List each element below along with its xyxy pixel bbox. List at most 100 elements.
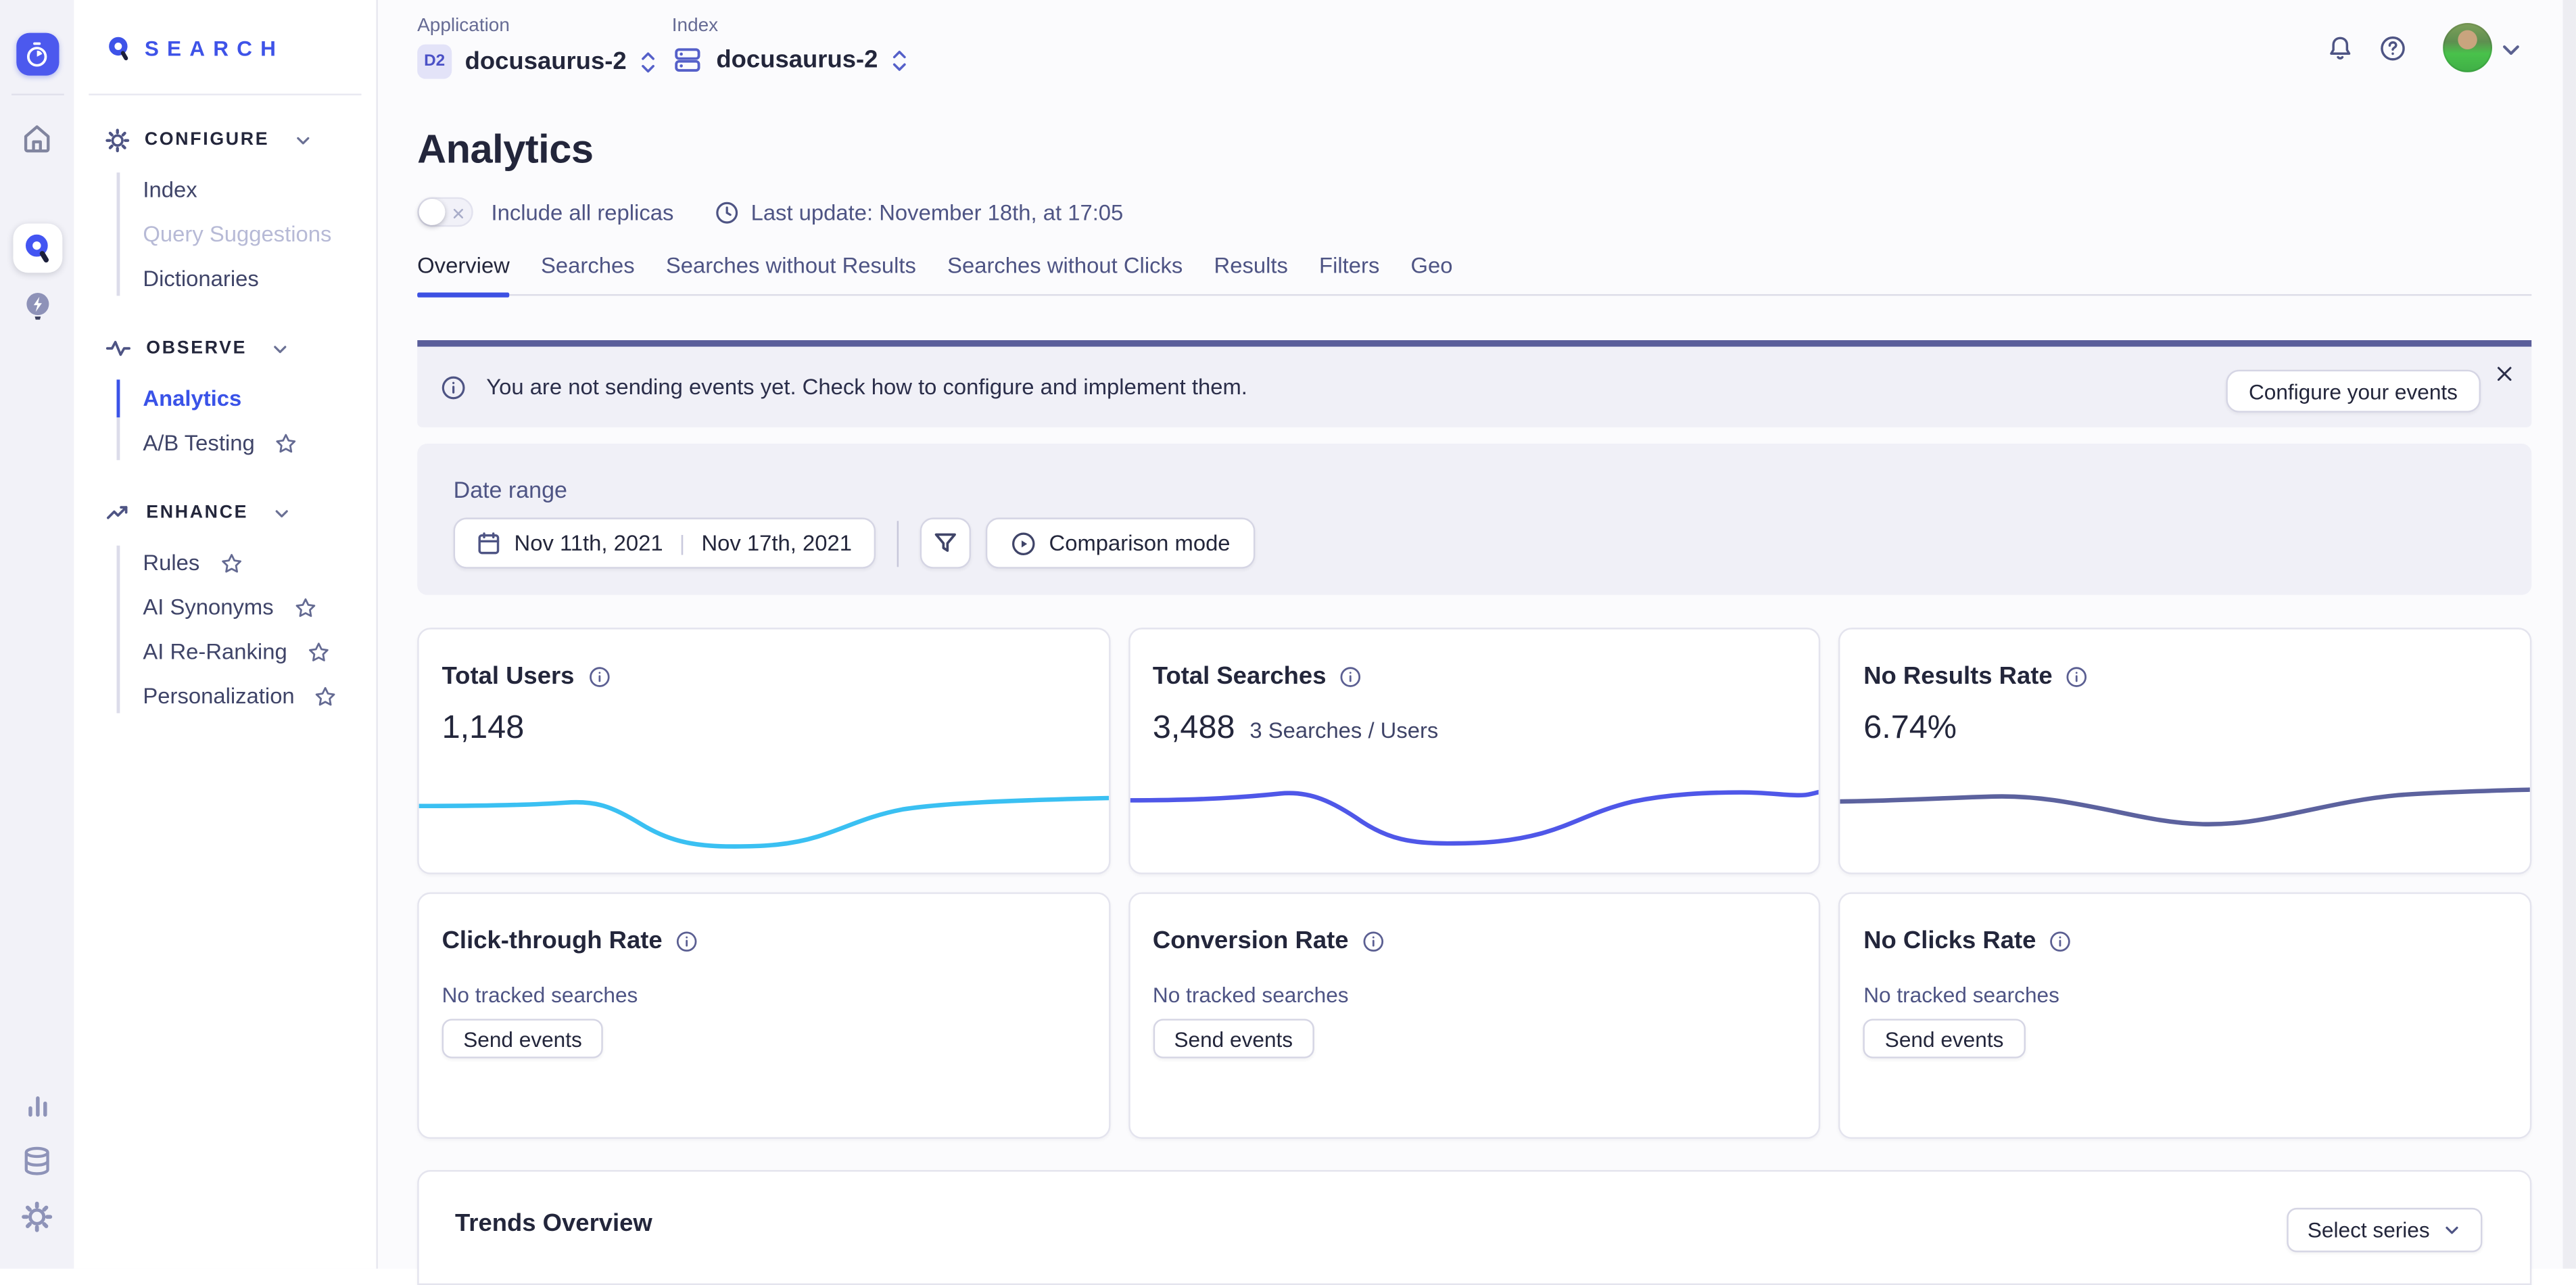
usage-bars-icon[interactable]: [22, 1091, 52, 1121]
tab-searches-without-results[interactable]: Searches without Results: [666, 253, 916, 294]
help-icon[interactable]: [2379, 34, 2406, 62]
funnel-icon: [931, 529, 959, 557]
sidebar-item-ab-testing[interactable]: A/B Testing: [143, 421, 376, 465]
star-icon[interactable]: [293, 596, 316, 619]
settings-gear-icon[interactable]: [22, 1201, 53, 1232]
sidebar-item-label: AI Synonyms: [143, 595, 273, 620]
date-from: Nov 11th, 2021: [515, 531, 663, 555]
info-icon: [440, 374, 467, 400]
event-cards-row: Click-through Rate No tracked searches S…: [417, 892, 2531, 1138]
notifications-bell-icon[interactable]: [2327, 34, 2354, 62]
configure-events-button[interactable]: Configure your events: [2226, 370, 2481, 413]
star-icon[interactable]: [219, 551, 242, 574]
sidebar-item-personalization[interactable]: Personalization: [143, 674, 376, 718]
sidebar-item-label: Personalization: [143, 684, 294, 708]
card-click-through-rate: Click-through Rate No tracked searches S…: [417, 892, 1110, 1138]
card-no-clicks-rate: No Clicks Rate No tracked searches Send …: [1839, 892, 2532, 1138]
star-icon[interactable]: [275, 431, 297, 454]
date-range-picker[interactable]: Nov 11th, 2021 | Nov 17th, 2021: [454, 517, 875, 568]
filter-funnel-button[interactable]: [920, 517, 970, 568]
brand-logo: SEARCH: [74, 0, 376, 62]
send-events-button[interactable]: Send events: [442, 1019, 604, 1058]
info-icon[interactable]: [675, 929, 698, 952]
date-range-panel: Date range Nov 11th, 2021 | Nov 17th, 20…: [417, 444, 2531, 595]
user-menu-chevron-icon[interactable]: [2500, 39, 2522, 61]
info-icon[interactable]: [1339, 665, 1362, 688]
info-icon[interactable]: [1362, 929, 1385, 952]
nav-items-configure: Index Query Suggestions Dictionaries: [74, 168, 376, 301]
pulse-icon: [105, 335, 132, 362]
send-events-button[interactable]: Send events: [1153, 1019, 1314, 1058]
nav-header-configure[interactable]: CONFIGURE: [74, 123, 376, 156]
nav-header-label: OBSERVE: [146, 339, 247, 358]
card-status: No tracked searches: [1153, 983, 1796, 1007]
select-series-button[interactable]: Select series: [2286, 1208, 2482, 1253]
total-searches-sparkline: [1130, 768, 1819, 863]
app-logo-tile[interactable]: [16, 33, 58, 76]
trends-overview-card: Trends Overview Select series: [417, 1170, 2531, 1285]
nav-header-observe[interactable]: OBSERVE: [74, 332, 376, 365]
star-icon[interactable]: [314, 684, 337, 707]
star-icon[interactable]: [307, 640, 330, 663]
sidebar-item-rules[interactable]: Rules: [143, 540, 376, 585]
info-icon[interactable]: [2049, 929, 2072, 952]
page-title: Analytics: [417, 128, 2531, 174]
tab-searches-without-clicks[interactable]: Searches without Clicks: [947, 253, 1183, 294]
nav-group-enhance: ENHANCE Rules AI Synonyms: [74, 496, 376, 718]
tab-overview[interactable]: Overview: [417, 253, 510, 294]
card-subtitle: 3 Searches / Users: [1249, 718, 1438, 743]
sidebar-item-dictionaries[interactable]: Dictionaries: [143, 256, 376, 301]
stats-row: Total Users 1,148 Total Searches: [417, 628, 2531, 874]
chevron-down-icon: [273, 504, 291, 522]
nav-header-label: ENHANCE: [146, 503, 248, 523]
data-storage-icon[interactable]: [22, 1146, 53, 1177]
close-icon[interactable]: [2491, 360, 2519, 388]
meta-row: Include all replicas Last update: Novemb…: [417, 197, 2531, 227]
home-icon[interactable]: [20, 122, 54, 156]
tab-geo[interactable]: Geo: [1411, 253, 1453, 294]
nav-items-observe: Analytics A/B Testing: [74, 376, 376, 465]
search-product-tile[interactable]: [12, 223, 62, 273]
tab-results[interactable]: Results: [1214, 253, 1288, 294]
sort-chevrons-icon: [640, 47, 658, 76]
application-label: Application: [417, 16, 658, 36]
tab-filters[interactable]: Filters: [1319, 253, 1379, 294]
sidebar: SEARCH: [74, 0, 378, 1269]
include-replicas-toggle[interactable]: [417, 197, 473, 227]
play-circle-icon: [1009, 530, 1036, 557]
main-content: Application D2 docusaurus-2 Index: [378, 0, 2576, 1269]
sidebar-item-ai-synonyms[interactable]: AI Synonyms: [143, 585, 376, 630]
nav-header-enhance[interactable]: ENHANCE: [74, 496, 376, 530]
chevron-down-icon: [294, 131, 312, 149]
calendar-icon: [477, 531, 501, 555]
card-value: 6.74%: [1863, 710, 1957, 748]
info-icon[interactable]: [588, 665, 611, 688]
card-title: No Clicks Rate: [1863, 927, 2036, 954]
sidebar-item-query-suggestions[interactable]: Query Suggestions: [143, 212, 376, 256]
application-selector[interactable]: Application D2 docusaurus-2: [417, 16, 658, 78]
server-icon: [672, 45, 703, 76]
index-selector[interactable]: Index docusaurus-2: [672, 16, 909, 75]
sidebar-item-analytics[interactable]: Analytics: [143, 376, 376, 421]
stat-card-total-users: Total Users 1,148: [417, 628, 1110, 874]
card-title: Click-through Rate: [442, 927, 663, 954]
comparison-mode-button[interactable]: Comparison mode: [985, 517, 1255, 568]
nav-header-label: CONFIGURE: [145, 130, 269, 149]
banner-message: You are not sending events yet. Check ho…: [486, 375, 1247, 399]
comparison-mode-label: Comparison mode: [1049, 531, 1231, 555]
topbar: Application D2 docusaurus-2 Index: [378, 0, 2576, 93]
card-title: No Results Rate: [1863, 662, 2053, 690]
sidebar-item-index[interactable]: Index: [143, 168, 376, 212]
send-events-button[interactable]: Send events: [1863, 1019, 2025, 1058]
last-update-text: Last update: November 18th, at 17:05: [751, 200, 1124, 224]
total-users-sparkline: [419, 768, 1109, 863]
scrollbar[interactable]: [2562, 0, 2575, 1269]
info-icon[interactable]: [2066, 665, 2089, 688]
tab-searches[interactable]: Searches: [541, 253, 635, 294]
card-title: Conversion Rate: [1153, 927, 1349, 954]
user-avatar[interactable]: [2443, 23, 2492, 72]
recommend-bulb-icon[interactable]: [20, 289, 53, 323]
sidebar-item-ai-reranking[interactable]: AI Re-Ranking: [143, 630, 376, 674]
sidebar-item-label: Index: [143, 177, 197, 202]
rail-divider: [11, 93, 64, 95]
